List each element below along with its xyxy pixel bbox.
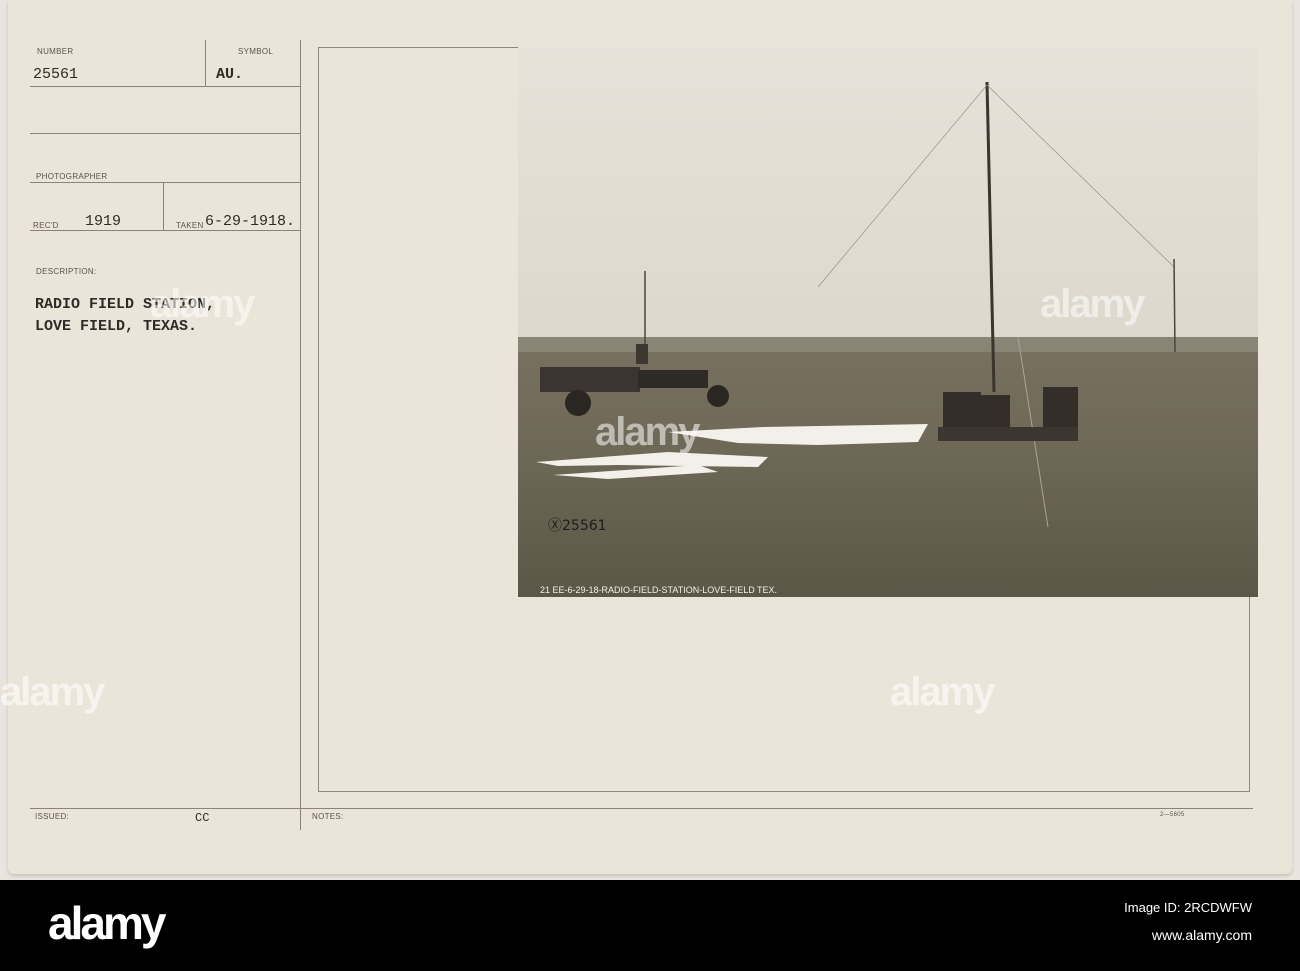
handwritten-number: Ⓧ25561 xyxy=(548,518,607,534)
number-value: 25561 xyxy=(33,66,79,83)
recd-label: REC'D xyxy=(33,221,59,230)
sky xyxy=(518,47,1258,342)
recd-value: 1919 xyxy=(85,213,122,230)
soldiers xyxy=(938,387,1078,441)
issued-value: CC xyxy=(195,811,210,825)
website-link[interactable]: www.alamy.com xyxy=(1152,927,1252,943)
taken-label: TAKEN xyxy=(176,221,204,230)
divider xyxy=(30,182,300,183)
alamy-watermark: alamy xyxy=(890,670,995,714)
issued-label: ISSUED: xyxy=(35,812,70,821)
description-label: DESCRIPTION: xyxy=(36,267,97,276)
alamy-watermark: alamy xyxy=(595,410,700,454)
divider xyxy=(30,808,1253,809)
notes-label: NOTES: xyxy=(312,812,344,821)
symbol-value: AU. xyxy=(216,66,244,83)
footer-band: alamy Image ID: 2RCDWFW www.alamy.com xyxy=(0,880,1300,971)
image-id: Image ID: 2RCDWFW xyxy=(1124,900,1252,915)
alamy-watermark: alamy xyxy=(0,670,105,714)
divider xyxy=(30,86,300,87)
photographer-label: PHOTOGRAPHER xyxy=(36,172,108,181)
photo-caption: 21 EE-6-29-18-RADIO-FIELD-STATION-LOVE-F… xyxy=(540,585,777,595)
number-label: NUMBER xyxy=(37,47,74,56)
divider xyxy=(30,133,300,134)
taken-value: 6-29-1918. xyxy=(205,213,296,230)
divider xyxy=(300,40,301,830)
field-station-photo: Ⓧ25561 21 EE-6-29-18-RADIO-FIELD-STATION… xyxy=(518,47,1258,597)
alamy-logo: alamy xyxy=(48,897,166,949)
divider xyxy=(205,40,206,86)
divider xyxy=(163,182,164,230)
divider xyxy=(30,230,300,231)
symbol-label: SYMBOL xyxy=(238,47,274,56)
form-code: 2—5605 xyxy=(1160,812,1185,818)
alamy-watermark: alamy xyxy=(150,282,255,326)
photograph: Ⓧ25561 21 EE-6-29-18-RADIO-FIELD-STATION… xyxy=(518,47,1258,597)
alamy-watermark: alamy xyxy=(1040,282,1145,326)
